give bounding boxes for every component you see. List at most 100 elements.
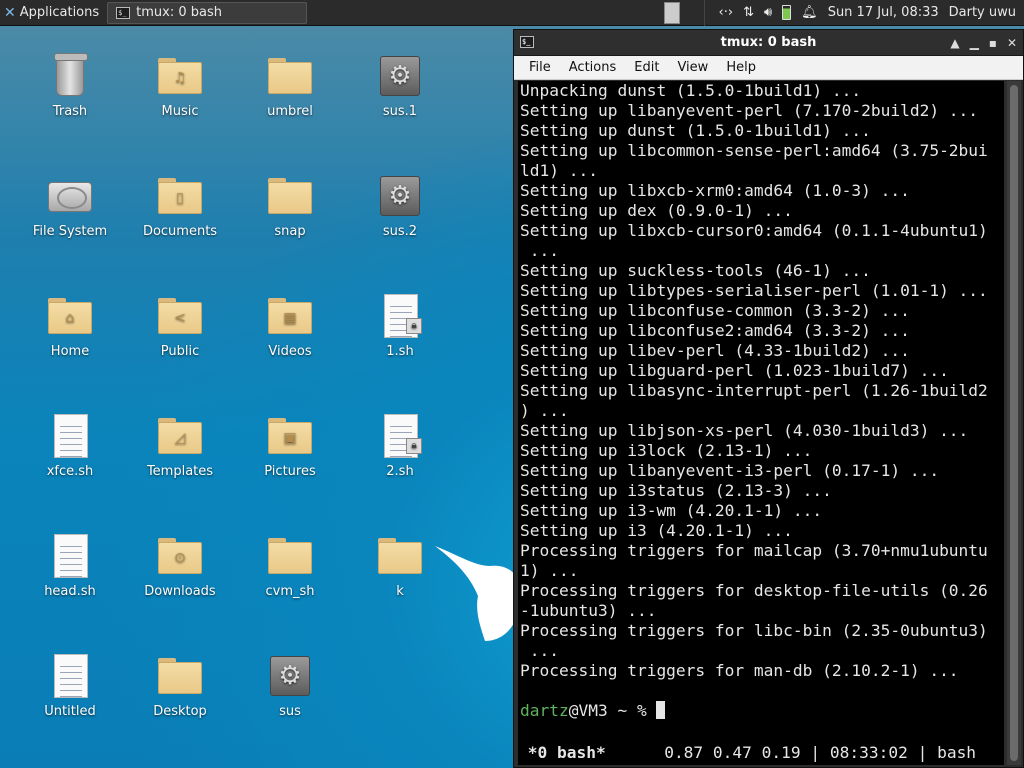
- folder-icon: ▯: [158, 178, 202, 214]
- text-cursor: [656, 701, 666, 719]
- workspace-switcher[interactable]: [663, 1, 680, 24]
- desktop-icon-pictures[interactable]: ▣ Pictures: [240, 412, 340, 479]
- terminal-line: Setting up suckless-tools (46-1) ...: [520, 261, 871, 280]
- desktop-icon-label: k: [396, 584, 404, 599]
- notification-bell-icon[interactable]: 🔔︎: [801, 5, 818, 20]
- menu-edit[interactable]: Edit: [625, 60, 668, 75]
- desktop-icon-umbrel[interactable]: umbrel: [240, 52, 340, 119]
- terminal-line: Setting up libasync-interrupt-perl (1.26…: [520, 381, 988, 400]
- desktop-icon-desktop[interactable]: Desktop: [130, 652, 230, 719]
- desktop-icon-sus[interactable]: ⚙ sus: [240, 652, 340, 719]
- trash-icon: [54, 53, 88, 96]
- terminal-line: ...: [520, 641, 559, 660]
- desktop-icon-file-system[interactable]: File System: [20, 172, 120, 239]
- desktop-icon-label: Videos: [268, 344, 312, 359]
- terminal-menubar: File Actions Edit View Help: [514, 56, 1023, 80]
- terminal-line: -1ubuntu3) ...: [520, 601, 657, 620]
- menu-help[interactable]: Help: [717, 60, 765, 75]
- menu-view[interactable]: View: [668, 60, 717, 75]
- tmux-window-label: *0 bash*: [527, 743, 606, 762]
- applications-label: Applications: [19, 5, 100, 20]
- desktop-icon-videos[interactable]: ▦ Videos: [240, 292, 340, 359]
- desktop-icon-head-sh[interactable]: head.sh: [20, 532, 120, 599]
- desktop-icon-label: sus: [279, 704, 301, 719]
- terminal-line: Setting up libcommon-sense-perl:amd64 (3…: [520, 141, 988, 160]
- terminal-line: ld1) ...: [520, 161, 598, 180]
- window-shade-icon[interactable]: ▲: [950, 36, 959, 50]
- terminal-line: Setting up i3lock (2.13-1) ...: [520, 441, 813, 460]
- terminal-line: Unpacking dunst (1.5.0-1build1) ...: [520, 81, 862, 100]
- network-arrows-icon[interactable]: ‹·›: [719, 5, 734, 20]
- terminal-line: Setting up dunst (1.5.0-1build1) ...: [520, 121, 871, 140]
- desktop-icon-label: Templates: [146, 464, 214, 479]
- scrollbar-thumb[interactable]: [1010, 85, 1018, 761]
- lock-icon: 🔒︎: [406, 318, 422, 334]
- terminal-titlebar[interactable]: $_ tmux: 0 bash ▲ ▁ ▪ ✕: [514, 30, 1023, 56]
- desktop-icon-trash[interactable]: Trash: [20, 52, 120, 119]
- folder-emblem-icon: ▦: [283, 310, 297, 326]
- terminal-line: Setting up libguard-perl (1.023-1build7)…: [520, 361, 949, 380]
- taskbar-item-terminal[interactable]: $_ tmux: 0 bash: [107, 1, 308, 24]
- desktop-icon-label: Desktop: [153, 704, 207, 719]
- text-file-icon: [54, 654, 88, 698]
- desktop-icon-label: xfce.sh: [46, 464, 94, 479]
- desktop-icon-public[interactable]: < Public: [130, 292, 230, 359]
- terminal-line: ) ...: [520, 401, 569, 420]
- desktop-icon-label: File System: [32, 224, 108, 239]
- tmux-status-info: 0.87 0.47 0.19 | 08:33:02 | bash: [605, 743, 977, 762]
- terminal-scrollbar[interactable]: [1007, 81, 1021, 765]
- desktop-icon-label: Trash: [52, 104, 88, 119]
- terminal-output[interactable]: Unpacking dunst (1.5.0-1build1) ... Setti…: [518, 81, 1004, 765]
- network-transfer-icon[interactable]: ⇅: [743, 5, 754, 20]
- top-panel: ✕ Applications $_ tmux: 0 bash ‹·› ⇅ 🔊︎ …: [0, 0, 1024, 26]
- xfce-logo-icon: ✕: [4, 4, 16, 21]
- desktop-icon-xfce-sh[interactable]: xfce.sh: [20, 412, 120, 479]
- desktop-icon-label: Documents: [142, 224, 218, 239]
- taskbar-item-label: tmux: 0 bash: [136, 5, 222, 20]
- terminal-line: Setting up libjson-xs-perl (4.030-1build…: [520, 421, 969, 440]
- desktop-icon-label: snap: [274, 224, 306, 239]
- desktop-icon-snap[interactable]: snap: [240, 172, 340, 239]
- shell-prompt[interactable]: dartz@VM3 ~ %: [518, 701, 1004, 721]
- terminal-line: Processing triggers for mailcap (3.70+nm…: [520, 541, 988, 560]
- desktop-icon-k[interactable]: k: [350, 532, 450, 599]
- terminal-line: Setting up libconfuse2:amd64 (3.3-2) ...: [520, 321, 910, 340]
- folder-icon: [268, 178, 312, 214]
- window-title: tmux: 0 bash: [720, 35, 817, 50]
- desktop-icon-cvm-sh[interactable]: cvm_sh: [240, 532, 340, 599]
- desktop-icon-label: Public: [160, 344, 200, 359]
- desktop-icon-untitled[interactable]: Untitled: [20, 652, 120, 719]
- desktop-icon-downloads[interactable]: ⊙ Downloads: [130, 532, 230, 599]
- terminal-line: Setting up libconfuse-common (3.3-2) ...: [520, 301, 910, 320]
- terminal-line: Setting up libanyevent-perl (7.170-2buil…: [520, 101, 979, 120]
- window-minimize-icon[interactable]: ▁: [970, 36, 979, 50]
- menu-file[interactable]: File: [520, 60, 560, 75]
- desktop-icon-documents[interactable]: ▯ Documents: [130, 172, 230, 239]
- desktop-icon-sus-2[interactable]: ⚙ sus.2: [350, 172, 450, 239]
- volume-icon[interactable]: 🔊︎: [764, 5, 772, 20]
- window-close-icon[interactable]: ✕: [1007, 36, 1017, 50]
- terminal-window[interactable]: $_ tmux: 0 bash ▲ ▁ ▪ ✕ File Actions Edi…: [513, 29, 1024, 768]
- desktop-icon-music[interactable]: ♫ Music: [130, 52, 230, 119]
- folder-icon: [268, 538, 312, 574]
- desktop-icon-home[interactable]: ⌂ Home: [20, 292, 120, 359]
- desktop-icon-1-sh[interactable]: 🔒︎ 1.sh: [350, 292, 450, 359]
- desktop-icon-label: sus.1: [382, 104, 418, 119]
- desktop-icon-sus-1[interactable]: ⚙ sus.1: [350, 52, 450, 119]
- desktop-icon-label: Home: [50, 344, 90, 359]
- battery-icon[interactable]: [782, 5, 792, 20]
- menu-actions[interactable]: Actions: [560, 60, 626, 75]
- desktop-icon-label: Music: [161, 104, 199, 119]
- applications-menu-button[interactable]: ✕ Applications: [0, 0, 103, 25]
- desktop-icon-label: cvm_sh: [265, 584, 315, 599]
- window-maximize-icon[interactable]: ▪: [989, 36, 997, 50]
- user-menu[interactable]: Darty uwu: [949, 5, 1016, 20]
- desktop-icon-2-sh[interactable]: 🔒︎ 2.sh: [350, 412, 450, 479]
- folder-icon: ⌂: [48, 298, 92, 334]
- folder-emblem-icon: <: [174, 310, 186, 326]
- desktop-icon-templates[interactable]: ◿ Templates: [130, 412, 230, 479]
- folder-icon: [158, 658, 202, 694]
- folder-icon: ▣: [268, 418, 312, 454]
- clock[interactable]: Sun 17 Jul, 08:33: [828, 5, 939, 20]
- prompt-host: @VM3 ~ %: [568, 701, 657, 720]
